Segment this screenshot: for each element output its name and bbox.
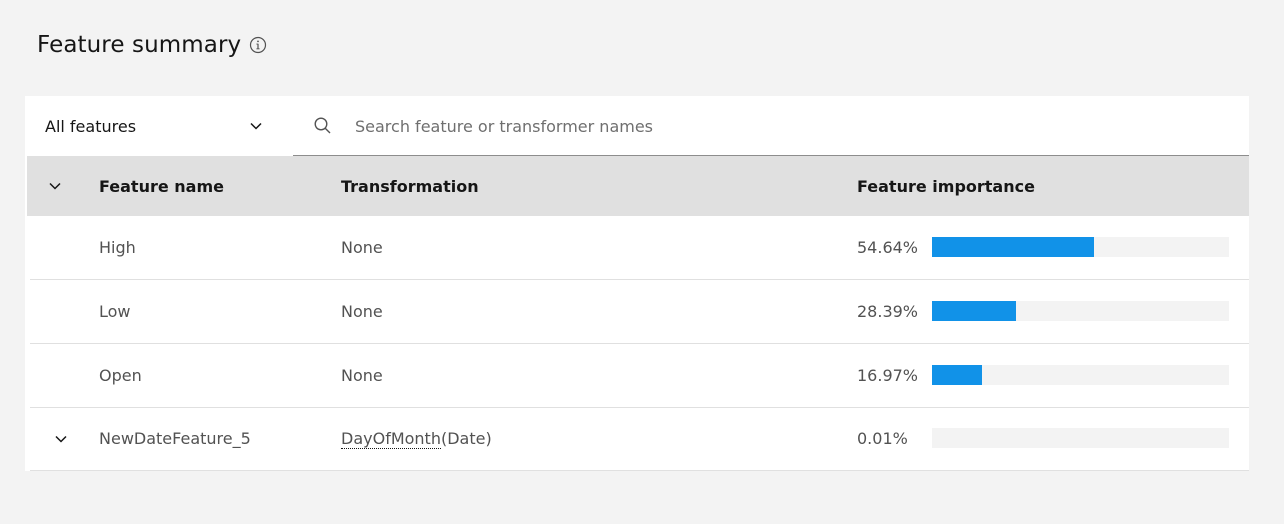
feature-name-cell: Open (99, 366, 142, 385)
transformation-cell: None (341, 366, 383, 385)
search-input[interactable] (353, 96, 1217, 157)
importance-value: 54.64% (857, 238, 919, 257)
transformation-cell: None (341, 238, 383, 257)
filter-value: All features (45, 116, 137, 136)
transformation-cell: None (341, 302, 383, 321)
feature-summary-panel: All features Feature name Transformation… (25, 96, 1249, 471)
search-box (293, 96, 1249, 157)
transformation-cell: DayOfMonth (Date) (341, 407, 492, 470)
table-row: NewDateFeature_5 DayOfMonth (Date) 0.01% (30, 407, 1249, 471)
importance-bar-track (932, 237, 1229, 257)
importance-bar-track (932, 301, 1229, 321)
importance-bar (932, 301, 1016, 321)
importance-bar (932, 365, 982, 385)
chevron-down-icon (49, 182, 61, 190)
table-row: Open None 16.97% (30, 344, 1249, 408)
feature-name-cell: Low (99, 302, 131, 321)
table-row: Low None 28.39% (30, 280, 1249, 344)
feature-name-cell: NewDateFeature_5 (99, 429, 251, 448)
importance-value: 28.39% (857, 302, 919, 321)
transformation-function-link[interactable]: DayOfMonth (341, 429, 441, 449)
importance-value: 16.97% (857, 366, 919, 385)
table-toolbar: All features (25, 96, 1249, 157)
chevron-down-icon (55, 435, 67, 443)
importance-value: 0.01% (857, 429, 908, 448)
importance-bar (932, 237, 1094, 257)
page-title: Feature summary (37, 32, 242, 58)
transformation-argument: (Date) (440, 429, 492, 448)
table-row: High None 54.64% (30, 216, 1249, 280)
table-header: Feature name Transformation Feature impo… (27, 156, 1249, 216)
feature-name-cell: High (99, 238, 136, 257)
expand-all-toggle[interactable] (45, 176, 65, 196)
column-header-transformation[interactable]: Transformation (341, 156, 479, 216)
column-header-feature-importance[interactable]: Feature importance (857, 156, 1035, 216)
search-icon (314, 117, 331, 134)
chevron-down-icon (250, 122, 262, 130)
row-expand-toggle[interactable] (51, 429, 71, 449)
column-header-feature-name[interactable]: Feature name (99, 156, 224, 216)
importance-bar-track (932, 365, 1229, 385)
information-icon[interactable] (249, 36, 267, 54)
page-header: Feature summary (37, 30, 267, 60)
feature-filter-dropdown[interactable]: All features (25, 96, 291, 156)
importance-bar-track (932, 428, 1229, 448)
